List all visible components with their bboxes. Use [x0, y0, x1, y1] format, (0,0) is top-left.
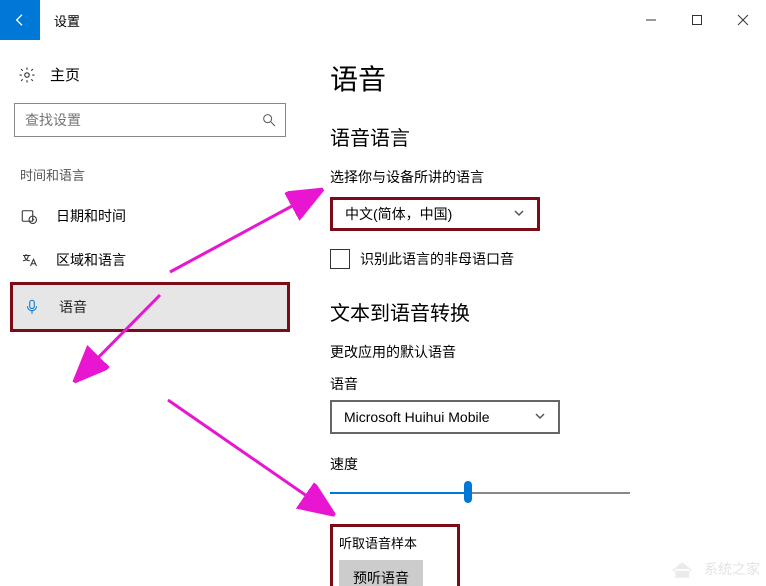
chevron-down-icon: [513, 206, 525, 222]
watermark-text: 系统之家: [704, 559, 760, 579]
preview-label: 听取语音样本: [339, 533, 451, 552]
checkbox[interactable]: [330, 249, 350, 269]
voice-select[interactable]: Microsoft Huihui Mobile: [330, 400, 560, 434]
voice-select-value: Microsoft Huihui Mobile: [344, 409, 490, 425]
close-button[interactable]: [720, 0, 766, 40]
slider-fill: [330, 492, 468, 494]
sidebar-item-label: 日期和时间: [56, 206, 126, 226]
language-select[interactable]: 中文(简体，中国): [330, 197, 540, 231]
nonnative-accent-checkbox-row[interactable]: 识别此语言的非母语口音: [330, 249, 736, 269]
preview-voice-block: 听取语音样本 预听语音: [330, 524, 460, 586]
home-label: 主页: [50, 64, 80, 85]
gear-icon: [18, 66, 36, 84]
speed-slider[interactable]: [330, 480, 630, 504]
speed-label: 速度: [330, 454, 736, 474]
watermark-icon: [670, 558, 698, 580]
microphone-icon: [23, 298, 41, 316]
section-header-speech-language: 语音语言: [330, 122, 736, 151]
page-title: 语音: [330, 58, 736, 98]
window-title: 设置: [40, 11, 80, 30]
tts-desc: 更改应用的默认语音: [330, 342, 736, 362]
sidebar-item-speech[interactable]: 语音: [10, 282, 290, 332]
sidebar-item-datetime[interactable]: 日期和时间: [10, 194, 290, 238]
language-icon: [20, 251, 38, 269]
search-input[interactable]: [25, 112, 261, 128]
sidebar-item-label: 区域和语言: [56, 250, 126, 270]
watermark: 系统之家: [670, 558, 760, 580]
back-button[interactable]: [0, 0, 40, 40]
sidebar-item-region[interactable]: 区域和语言: [10, 238, 290, 282]
search-input-container[interactable]: [14, 103, 286, 137]
content-pane: 语音 语音语言 选择你与设备所讲的语言 中文(简体，中国) 识别此语言的非母语口…: [300, 40, 766, 586]
search-icon: [261, 112, 277, 128]
home-nav[interactable]: 主页: [10, 58, 290, 91]
sidebar-item-label: 语音: [59, 297, 87, 317]
voice-label: 语音: [330, 374, 736, 394]
checkbox-label: 识别此语言的非母语口音: [360, 249, 514, 269]
sidebar-section-header: 时间和语言: [20, 165, 280, 184]
arrow-left-icon: [12, 12, 28, 28]
slider-thumb[interactable]: [464, 481, 472, 503]
window-controls: [628, 0, 766, 40]
language-select-value: 中文(简体，中国): [345, 204, 452, 224]
section-header-tts: 文本到语音转换: [330, 297, 736, 326]
preview-voice-button[interactable]: 预听语音: [339, 560, 423, 586]
minimize-button[interactable]: [628, 0, 674, 40]
chevron-down-icon: [534, 409, 546, 425]
speech-language-desc: 选择你与设备所讲的语言: [330, 167, 736, 187]
sidebar: 主页 时间和语言 日期和时间 区域和语言 语音: [0, 40, 300, 586]
titlebar: 设置: [0, 0, 766, 40]
maximize-button[interactable]: [674, 0, 720, 40]
calendar-clock-icon: [20, 207, 38, 225]
